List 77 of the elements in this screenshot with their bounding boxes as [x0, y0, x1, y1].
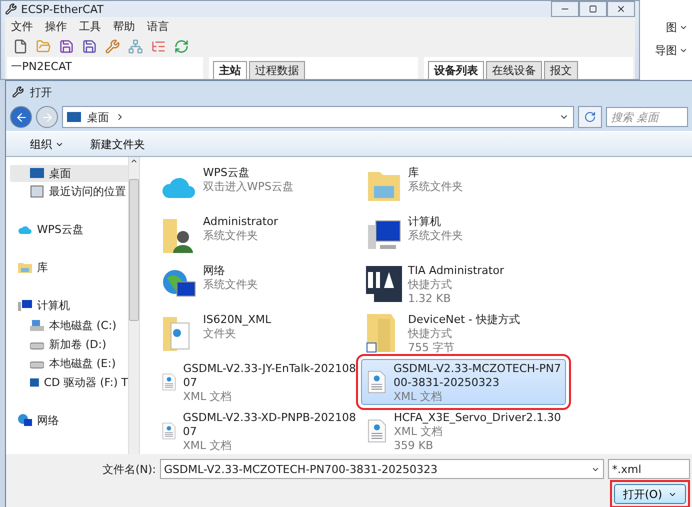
- menu-item[interactable]: 导图: [655, 43, 688, 58]
- address-bar[interactable]: 桌面: [62, 106, 574, 128]
- save-icon[interactable]: [59, 39, 74, 54]
- caret-icon: [679, 23, 688, 32]
- save-as-icon[interactable]: [82, 39, 97, 54]
- wrench-icon[interactable]: [105, 39, 120, 54]
- file-item[interactable]: WPS云盘 双击进入WPS云盘: [156, 163, 361, 209]
- menu-item[interactable]: 文件: [11, 19, 33, 34]
- tia-tile-icon: [366, 264, 402, 304]
- monitor-icon: [67, 110, 81, 124]
- nav-item[interactable]: 库: [10, 259, 128, 276]
- nav-item[interactable]: 计算机: [10, 297, 128, 314]
- file-item[interactable]: GSDML-V2.33-JY-EnTalk-202108 07 XML 文档: [156, 359, 361, 405]
- forward-button[interactable]: [36, 106, 58, 128]
- file-item[interactable]: Administrator 系统文件夹: [156, 212, 361, 258]
- computer-icon: [18, 299, 32, 312]
- file-item[interactable]: HCFA_X3E_Servo_Driver2.1.30 XML 文档 359 KB: [361, 408, 566, 454]
- file-item[interactable]: DeviceNet - 快捷方式 快捷方式 755 字节: [361, 310, 566, 356]
- menu-item[interactable]: 操作: [45, 19, 67, 34]
- tab[interactable]: 报文: [544, 61, 578, 79]
- tab[interactable]: 设备列表: [428, 61, 484, 79]
- back-button[interactable]: [10, 106, 32, 128]
- menu-item[interactable]: 帮助: [113, 19, 135, 34]
- refresh-icon: [584, 111, 596, 123]
- menu-item[interactable]: 图: [666, 20, 688, 35]
- file-item[interactable]: 库 系统文件夹: [361, 163, 566, 209]
- maximize-icon: [589, 5, 597, 13]
- new-file-icon[interactable]: [13, 39, 28, 54]
- maximize-button[interactable]: [579, 1, 607, 17]
- refresh-icon[interactable]: [174, 39, 189, 54]
- filename-field[interactable]: GSDML-V2.33-MCZOTECH-PN700-3831-20250323: [160, 459, 604, 479]
- filename-label: 文件名(N):: [102, 462, 156, 476]
- tab[interactable]: 过程数据: [249, 61, 305, 79]
- tab[interactable]: 在线设备: [486, 61, 542, 79]
- file-item[interactable]: 计算机 系统文件夹: [361, 212, 566, 258]
- search-field[interactable]: 搜索 桌面: [606, 107, 688, 127]
- menu-item[interactable]: 语言: [147, 19, 169, 34]
- file-item[interactable]: GSDML-V2.33-XD-PNPB-202108 07 XML 文档: [156, 408, 361, 454]
- nav-item[interactable]: 新加卷 (D:): [10, 336, 128, 353]
- refresh-button[interactable]: [578, 106, 602, 128]
- nav-item[interactable]: CD 驱动器 (F:) T: [10, 374, 128, 391]
- recent-places-icon: [30, 185, 44, 198]
- caret-icon: [679, 46, 688, 55]
- system-drive-icon: [30, 319, 44, 332]
- scrollbar[interactable]: [128, 157, 139, 454]
- file-item[interactable]: IS620N_XML 文件夹: [156, 310, 361, 356]
- app-logo-icon: [5, 3, 17, 15]
- app-logo-icon: [12, 86, 24, 98]
- nav-item[interactable]: WPS云盘: [10, 221, 128, 238]
- tree-item[interactable]: 一PN2ECAT: [7, 57, 203, 79]
- close-button[interactable]: [607, 1, 635, 17]
- close-icon: [616, 4, 626, 14]
- nav-item[interactable]: 最近访问的位置: [10, 183, 128, 200]
- open-folder-icon[interactable]: [36, 39, 51, 54]
- menu-item[interactable]: 工具: [79, 19, 101, 34]
- network-icon: [18, 414, 32, 427]
- monitor-icon: [30, 167, 44, 180]
- tab[interactable]: 主站: [213, 61, 247, 79]
- cd-drive-icon: [30, 376, 39, 389]
- scroll-up-icon: [130, 157, 138, 165]
- command-button[interactable]: 新建文件夹: [88, 134, 147, 154]
- file-item[interactable]: TIA Administrator 快捷方式 1.32 KB: [361, 261, 566, 307]
- open-button[interactable]: 打开(O): [614, 484, 686, 504]
- forward-arrow-icon: [40, 110, 54, 124]
- nav-item[interactable]: 本地磁盘 (C:): [10, 317, 128, 334]
- file-item[interactable]: 网络 系统文件夹: [156, 261, 361, 307]
- nav-item[interactable]: 桌面: [10, 165, 128, 182]
- file-type-dropdown[interactable]: *.xml: [608, 459, 690, 479]
- dialog-title: 打开: [30, 84, 53, 100]
- network-icon[interactable]: [128, 39, 143, 54]
- command-button[interactable]: 组织: [28, 134, 66, 154]
- window-title: ECSP-EtherCAT: [21, 2, 105, 16]
- back-arrow-icon: [14, 110, 28, 124]
- nav-item[interactable]: 网络: [10, 412, 128, 429]
- list-tree-icon[interactable]: [151, 39, 166, 54]
- nav-item[interactable]: 本地磁盘 (E:): [10, 355, 128, 372]
- library-folder-icon: [18, 261, 32, 274]
